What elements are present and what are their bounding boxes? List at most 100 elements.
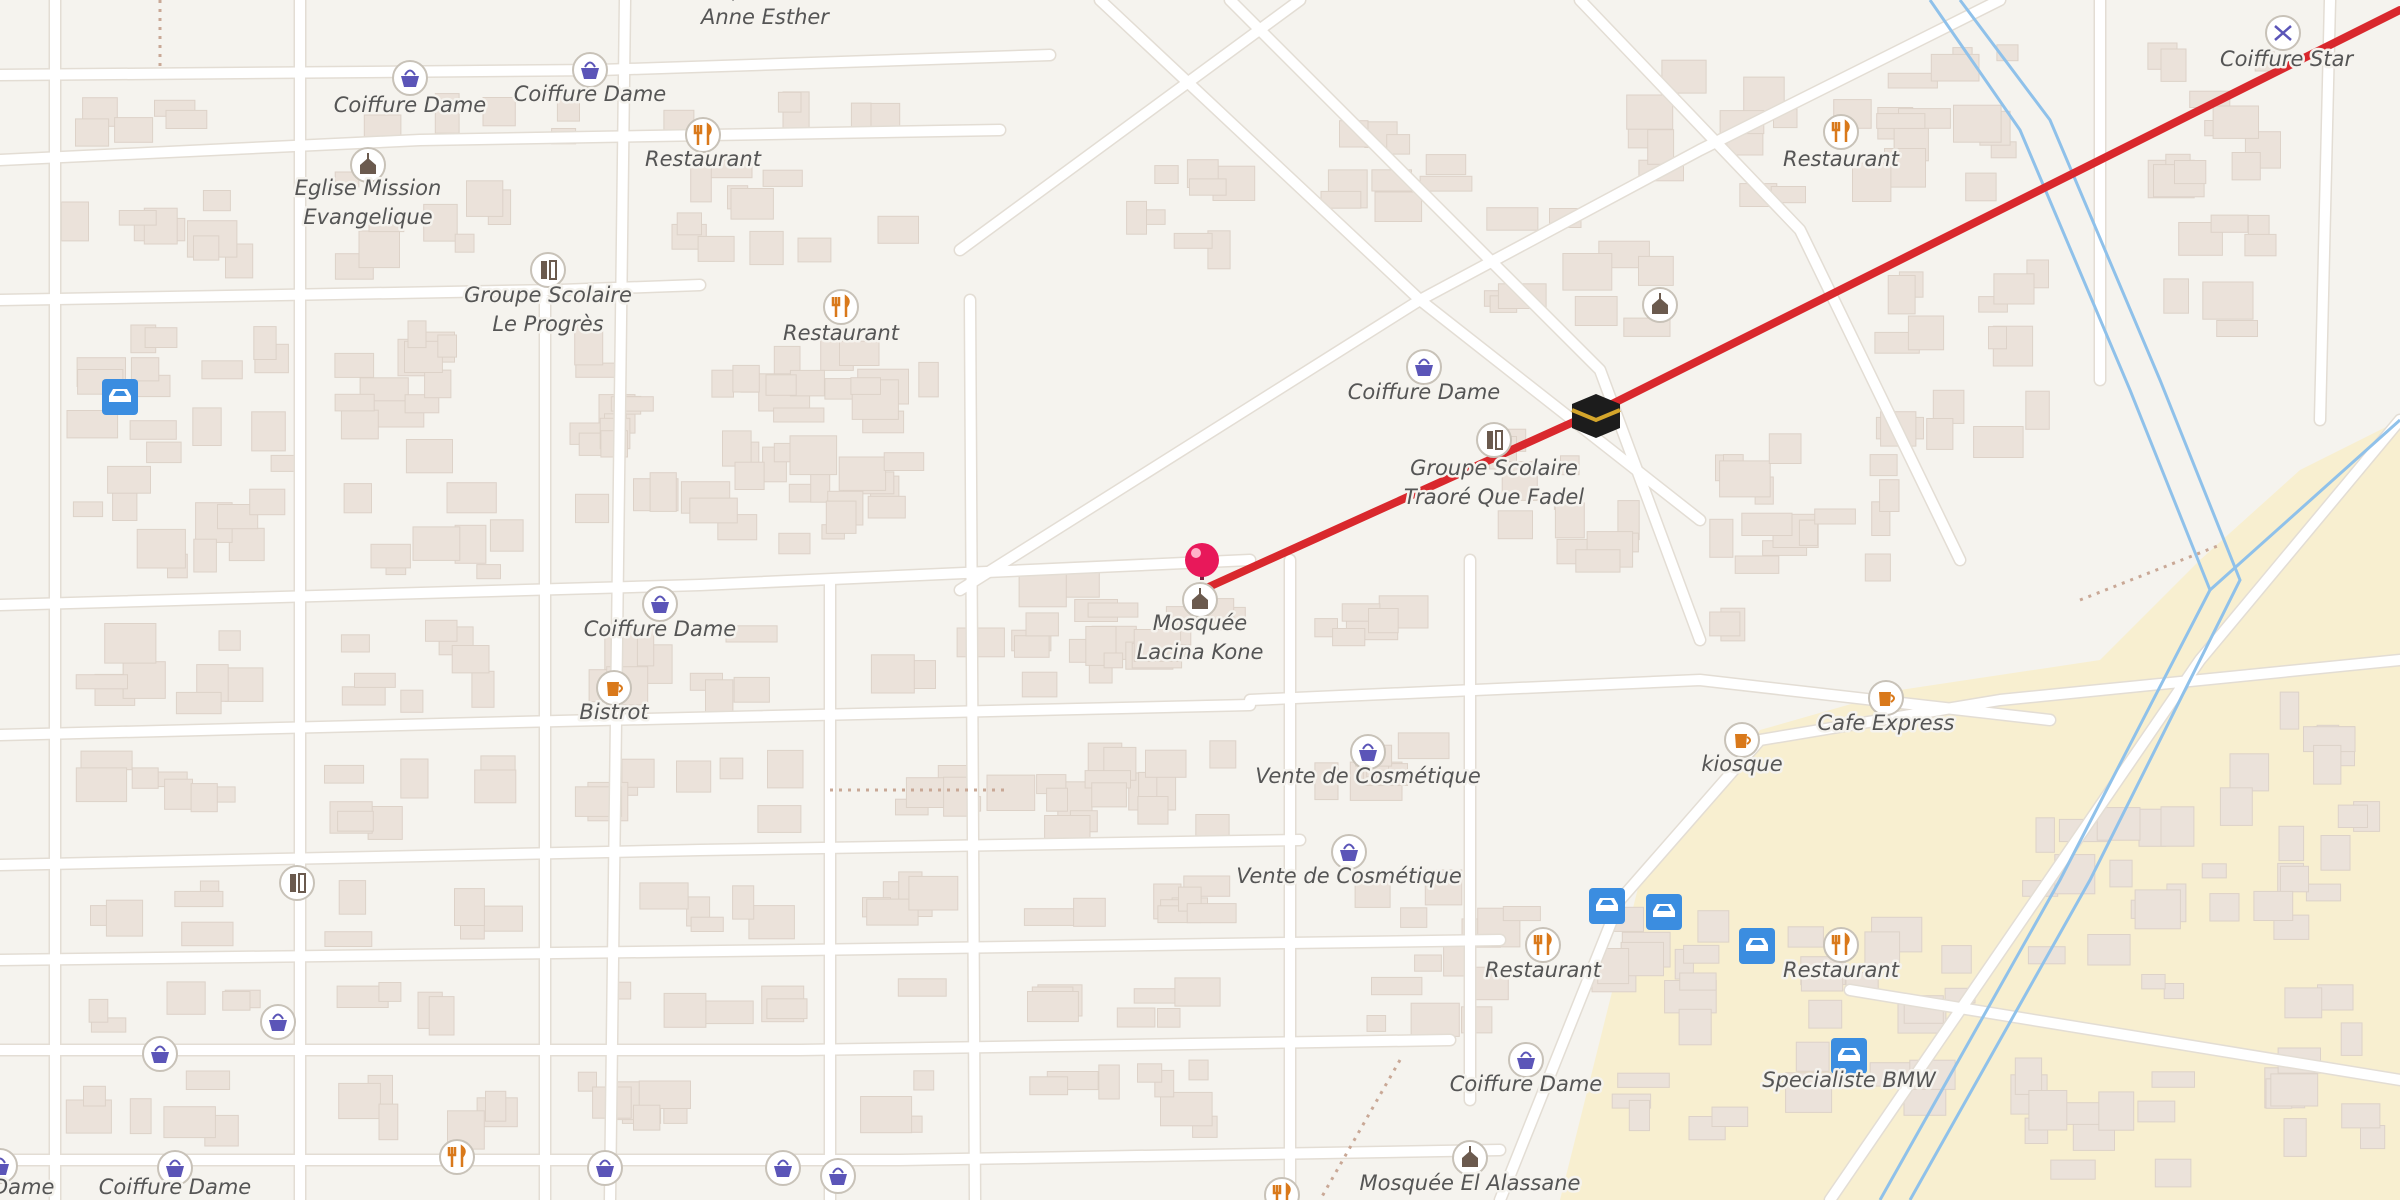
shop-basket-icon[interactable] bbox=[587, 1150, 623, 1186]
building bbox=[1021, 671, 1058, 698]
building bbox=[471, 670, 495, 708]
building bbox=[1374, 191, 1423, 222]
building bbox=[867, 495, 906, 519]
building bbox=[334, 352, 375, 378]
poi-label: Groupe Scolaire bbox=[681, 0, 849, 1]
building bbox=[1808, 999, 1843, 1029]
building bbox=[164, 778, 194, 810]
cafe-icon[interactable] bbox=[1868, 680, 1904, 716]
mosque-icon[interactable] bbox=[1452, 1140, 1488, 1176]
poi-label: Coiffure Dame bbox=[1348, 380, 1500, 404]
church-icon[interactable] bbox=[1642, 287, 1678, 323]
building bbox=[1864, 553, 1891, 582]
building bbox=[354, 672, 396, 688]
restaurant-icon[interactable] bbox=[1823, 114, 1859, 150]
building bbox=[1869, 454, 1898, 477]
building bbox=[711, 369, 735, 398]
building bbox=[251, 411, 286, 452]
building bbox=[2317, 984, 2354, 1011]
poi-label: Restaurant bbox=[783, 321, 900, 345]
car-shop-icon[interactable] bbox=[1739, 928, 1775, 964]
building bbox=[697, 235, 735, 262]
building bbox=[114, 117, 154, 143]
building bbox=[185, 1070, 231, 1090]
poi-label: Coiffure Dame bbox=[334, 93, 486, 117]
building bbox=[2201, 863, 2227, 879]
poi-label: Eglise Mission bbox=[295, 176, 442, 200]
building bbox=[129, 1098, 152, 1135]
poi-groupe-scolaire-anne-esther[interactable]: Groupe Scolaire Anne Esther bbox=[679, 0, 852, 32]
car-shop-icon[interactable] bbox=[1646, 894, 1682, 930]
building bbox=[1014, 635, 1050, 658]
building bbox=[2279, 691, 2300, 730]
building bbox=[1425, 154, 1467, 176]
building bbox=[638, 1080, 692, 1109]
building bbox=[1697, 910, 1730, 943]
school-icon[interactable] bbox=[530, 252, 566, 288]
building bbox=[1188, 1059, 1209, 1081]
poi-label: Anne Esther bbox=[699, 5, 830, 29]
restaurant-icon[interactable] bbox=[1525, 927, 1561, 963]
building bbox=[249, 488, 286, 516]
building bbox=[1209, 740, 1237, 769]
building bbox=[1678, 1008, 1712, 1046]
building bbox=[130, 357, 160, 382]
building bbox=[112, 488, 138, 521]
building bbox=[2087, 934, 2131, 966]
shop-basket-icon[interactable] bbox=[392, 60, 428, 96]
poi-label: Evangelique bbox=[303, 205, 432, 229]
building bbox=[1768, 433, 1802, 464]
building bbox=[1574, 296, 1618, 326]
building bbox=[1410, 1002, 1460, 1037]
building bbox=[1368, 608, 1399, 634]
building bbox=[75, 118, 110, 147]
shop-basket-icon[interactable] bbox=[765, 1150, 801, 1186]
restaurant-icon[interactable] bbox=[823, 289, 859, 325]
building bbox=[253, 326, 277, 361]
building bbox=[174, 890, 224, 908]
building bbox=[719, 757, 744, 780]
shop-basket-icon[interactable] bbox=[142, 1036, 178, 1072]
building bbox=[1638, 255, 1674, 286]
building bbox=[1400, 907, 1428, 928]
scissors-icon[interactable] bbox=[2265, 15, 2301, 51]
building bbox=[437, 334, 457, 358]
building bbox=[1562, 253, 1613, 291]
building bbox=[340, 409, 379, 440]
building bbox=[2160, 48, 2187, 82]
poi-label: Restaurant bbox=[1783, 147, 1900, 171]
poi-label: Restaurant bbox=[1783, 958, 1900, 982]
building bbox=[2219, 787, 2253, 826]
school-icon[interactable] bbox=[1476, 422, 1512, 458]
building bbox=[192, 407, 222, 446]
restaurant-icon[interactable] bbox=[439, 1139, 475, 1175]
building bbox=[324, 931, 373, 948]
building bbox=[2284, 987, 2323, 1019]
building bbox=[649, 472, 677, 512]
building bbox=[489, 519, 524, 552]
building bbox=[451, 645, 490, 674]
building bbox=[2028, 1090, 2068, 1131]
car-shop-icon[interactable] bbox=[1589, 888, 1625, 924]
building bbox=[2064, 1102, 2101, 1125]
building bbox=[363, 114, 402, 139]
car-shop-icon[interactable] bbox=[102, 379, 138, 415]
building bbox=[1133, 988, 1180, 1004]
shop-basket-icon[interactable] bbox=[820, 1158, 856, 1194]
building bbox=[2035, 817, 2055, 853]
building bbox=[986, 774, 1036, 811]
building bbox=[428, 996, 455, 1036]
map-canvas[interactable]: Groupe Scolaire Anne Esther Coiffure Dame C… bbox=[0, 0, 2400, 1200]
school-icon[interactable] bbox=[279, 865, 315, 901]
poi-label: Specialiste BMW bbox=[1762, 1068, 1937, 1092]
building bbox=[1973, 426, 2024, 458]
shop-basket-icon[interactable] bbox=[642, 586, 678, 622]
restaurant-icon[interactable] bbox=[1823, 927, 1859, 963]
shop-basket-icon[interactable] bbox=[260, 1004, 296, 1040]
building bbox=[2154, 1158, 2192, 1188]
building bbox=[129, 420, 177, 440]
building bbox=[378, 1103, 399, 1141]
building bbox=[2231, 152, 2261, 181]
building bbox=[1965, 172, 1997, 202]
shop-basket-icon[interactable] bbox=[1406, 349, 1442, 385]
